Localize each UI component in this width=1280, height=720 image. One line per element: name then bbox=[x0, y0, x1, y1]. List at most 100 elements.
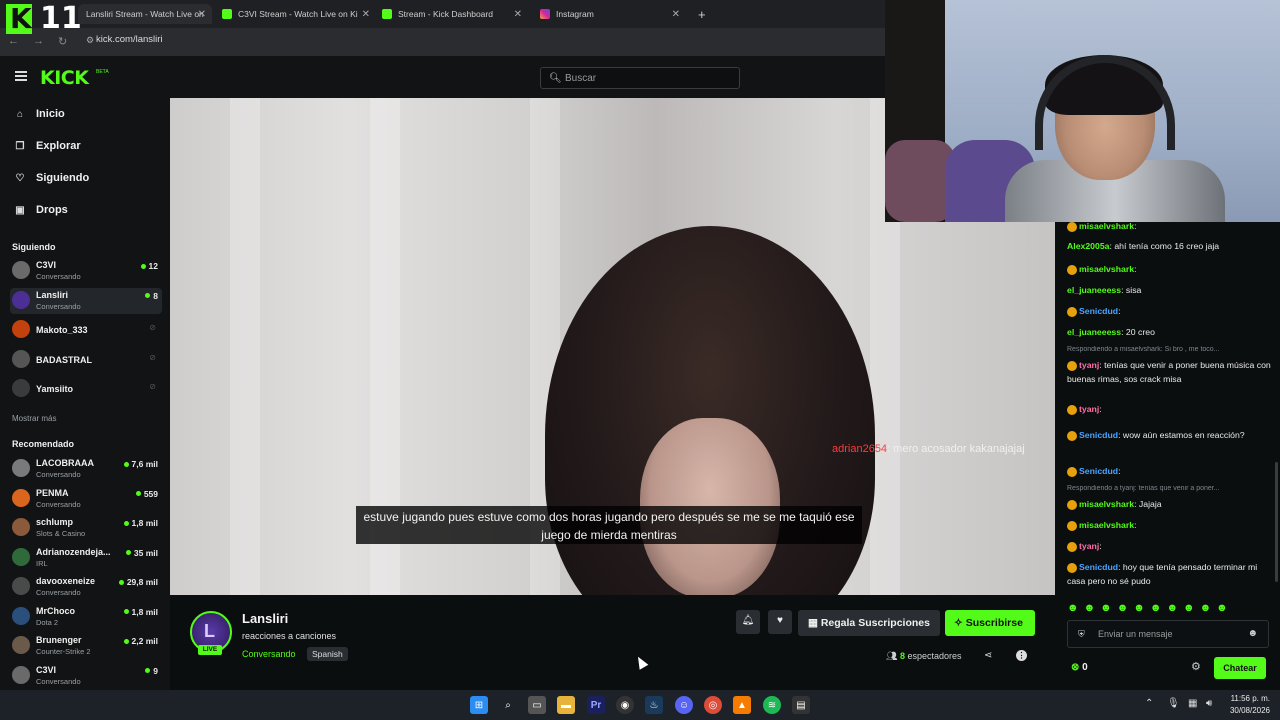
chat-username[interactable]: el_juaneeess bbox=[1067, 285, 1121, 295]
points-icon: ⊗ bbox=[1071, 662, 1080, 673]
channel-item[interactable]: PENMA Conversando 559 bbox=[10, 486, 162, 512]
gift-icon: ▦ bbox=[808, 617, 818, 629]
chat-scrollbar[interactable] bbox=[1275, 462, 1278, 582]
subscribe-label: Suscribirse bbox=[965, 617, 1023, 629]
app-icon[interactable]: ▤ bbox=[792, 696, 810, 714]
channel-avatar bbox=[12, 379, 30, 397]
more-options-icon[interactable]: ⋮ bbox=[1016, 650, 1027, 661]
channel-item[interactable]: Yamsiito ⊘ bbox=[10, 376, 162, 402]
channel-item[interactable]: schlump Slots & Casino 1,8 mil bbox=[10, 515, 162, 541]
chevron-up-icon[interactable]: ⌃ bbox=[1145, 698, 1153, 709]
site-header: KICK BETA 🔍︎ Buscar bbox=[0, 56, 885, 98]
points-display[interactable]: ⊗ 0 bbox=[1071, 662, 1088, 673]
chat-username[interactable]: tyanj bbox=[1079, 541, 1099, 551]
nav-siguiendo[interactable]: ♡ Siguiendo bbox=[14, 172, 90, 184]
reload-icon[interactable]: ↻ bbox=[58, 35, 67, 48]
tab-instagram[interactable]: Instagram ✕ bbox=[532, 4, 686, 24]
emote-bar[interactable]: ☻☻☻☻☻☻☻☻☻☻ bbox=[1067, 602, 1233, 614]
network-icon[interactable]: ▦ bbox=[1188, 698, 1197, 709]
close-icon[interactable]: ✕ bbox=[362, 9, 370, 20]
steam-icon[interactable]: ♨ bbox=[645, 696, 663, 714]
close-icon[interactable]: ✕ bbox=[514, 9, 522, 20]
close-icon[interactable]: ✕ bbox=[198, 9, 206, 20]
forward-icon[interactable]: → bbox=[33, 35, 44, 48]
chat-message: el_juaneeess: sisa bbox=[1067, 283, 1273, 297]
url-field[interactable]: kick.com/lansliri bbox=[96, 34, 163, 45]
nav-inicio[interactable]: ⌂ Inicio bbox=[14, 108, 65, 120]
tab-c3vi[interactable]: C3VI Stream - Watch Live on Ki ✕ bbox=[214, 4, 376, 24]
mic-icon[interactable]: 🎙︎ bbox=[1167, 698, 1180, 709]
chat-username[interactable]: misaelvshark bbox=[1079, 520, 1134, 530]
chat-username[interactable]: Senicdud bbox=[1079, 306, 1118, 316]
nav-drops[interactable]: ▣ Drops bbox=[14, 204, 68, 216]
nav-explorar[interactable]: ❐ Explorar bbox=[14, 140, 81, 152]
menu-icon[interactable] bbox=[15, 71, 27, 81]
show-more-link[interactable]: Mostrar más bbox=[12, 414, 56, 423]
language-tag[interactable]: Spanish bbox=[307, 647, 348, 661]
chat-username[interactable]: tyanj bbox=[1079, 360, 1099, 370]
premiere-icon[interactable]: Pr bbox=[587, 696, 605, 714]
task-view-icon[interactable]: ▭ bbox=[528, 696, 546, 714]
new-tab-button[interactable]: + bbox=[690, 4, 710, 24]
system-clock[interactable]: 11:56 p. m. 30/08/2026 bbox=[1230, 693, 1270, 717]
viewer-count: 12 bbox=[140, 261, 158, 271]
chat-input[interactable]: ⛨ Enviar un mensaje ☻ bbox=[1067, 620, 1269, 648]
brave-icon[interactable]: ▲ bbox=[733, 696, 751, 714]
viewer-count: 559 bbox=[135, 489, 158, 499]
chat-message: misaelvshark: Jajaja bbox=[1067, 497, 1273, 511]
channel-item[interactable]: LACOBRAAA Conversando 7,6 mil bbox=[10, 456, 162, 482]
share-icon[interactable]: ⋖ bbox=[984, 650, 992, 661]
start-icon[interactable]: ⊞ bbox=[470, 696, 488, 714]
tab-dashboard[interactable]: Stream - Kick Dashboard ✕ bbox=[374, 4, 528, 24]
stream-category[interactable]: Conversando bbox=[242, 649, 296, 659]
site-info-icon[interactable]: ⚙ bbox=[86, 35, 94, 46]
back-icon[interactable]: ← bbox=[8, 35, 19, 48]
channel-item[interactable]: Makoto_333 ⊘ bbox=[10, 317, 162, 343]
chat-username[interactable]: tyanj bbox=[1079, 404, 1099, 414]
volume-icon[interactable]: 🔊︎ bbox=[1206, 698, 1212, 709]
chat-username[interactable]: misaelvshark bbox=[1079, 499, 1134, 509]
tab-label: Instagram bbox=[556, 9, 594, 19]
channel-item[interactable]: Lansliri Conversando 8 bbox=[10, 287, 162, 314]
home-icon: ⌂ bbox=[16, 108, 24, 120]
send-chat-button[interactable]: Chatear bbox=[1214, 657, 1266, 679]
chat-username[interactable]: Alex2005a bbox=[1067, 241, 1110, 251]
gear-icon[interactable]: ⚙ bbox=[1191, 660, 1201, 673]
channel-item[interactable]: davooxeneize Conversando 29,8 mil bbox=[10, 574, 162, 600]
search-icon[interactable]: ⌕ bbox=[499, 696, 517, 714]
chat-username[interactable]: Senicdud bbox=[1079, 430, 1118, 440]
channel-name: Makoto_333 bbox=[36, 325, 88, 335]
badge-icon bbox=[1067, 404, 1077, 415]
channel-category: Conversando bbox=[36, 301, 81, 311]
chat-username[interactable]: misaelvshark bbox=[1079, 264, 1134, 274]
channel-item[interactable]: BADASTRAL ⊘ bbox=[10, 347, 162, 373]
kick-logo[interactable]: KICK bbox=[40, 67, 89, 89]
discord-icon[interactable]: ☺ bbox=[675, 696, 693, 714]
channel-item[interactable]: MrChoco Dota 2 1,8 mil bbox=[10, 604, 162, 630]
search-input[interactable]: 🔍︎ Buscar bbox=[540, 67, 740, 89]
channel-item[interactable]: C3VI Conversando 9 bbox=[10, 663, 162, 689]
subscribe-button[interactable]: ✧ Suscribirse bbox=[945, 610, 1035, 636]
sidebar: ⌂ Inicio ❐ Explorar ♡ Siguiendo ▣ Drops Sigu… bbox=[0, 98, 170, 690]
obs-icon[interactable]: ◉ bbox=[616, 696, 634, 714]
channel-item[interactable]: Adrianozendeja... IRL 35 mil bbox=[10, 545, 162, 571]
gift-subs-button[interactable]: ▦ Regala Suscripciones bbox=[798, 610, 940, 636]
tab-lansliri[interactable]: Lansliri Stream - Watch Live on ✕ bbox=[78, 4, 212, 24]
spotify-icon[interactable]: ≋ bbox=[763, 696, 781, 714]
bell-icon[interactable]: 🔔︎ bbox=[736, 610, 760, 634]
viewer-number: 1,8 mil bbox=[131, 606, 158, 617]
chrome-icon[interactable]: ◎ bbox=[704, 696, 722, 714]
follow-heart-icon[interactable]: ♥ bbox=[768, 610, 792, 634]
channel-item[interactable]: C3VI Conversando 12 bbox=[10, 258, 162, 284]
chat-username[interactable]: Senicdud bbox=[1079, 562, 1118, 572]
chat-username[interactable]: Senicdud bbox=[1079, 466, 1118, 476]
folder-icon[interactable]: ▬ bbox=[557, 696, 575, 714]
chat-username[interactable]: el_juaneeess bbox=[1067, 327, 1121, 337]
chat-username[interactable]: misaelvshark bbox=[1079, 221, 1134, 231]
close-icon[interactable]: ✕ bbox=[672, 9, 680, 20]
emoji-icon[interactable]: ☻ bbox=[1247, 628, 1258, 639]
points-value: 0 bbox=[1082, 662, 1088, 673]
channel-item[interactable]: Brunenger Counter-Strike 2 2,2 mil bbox=[10, 633, 162, 659]
channel-name[interactable]: Lansliri bbox=[242, 611, 288, 626]
channel-name: schlump bbox=[36, 517, 74, 527]
